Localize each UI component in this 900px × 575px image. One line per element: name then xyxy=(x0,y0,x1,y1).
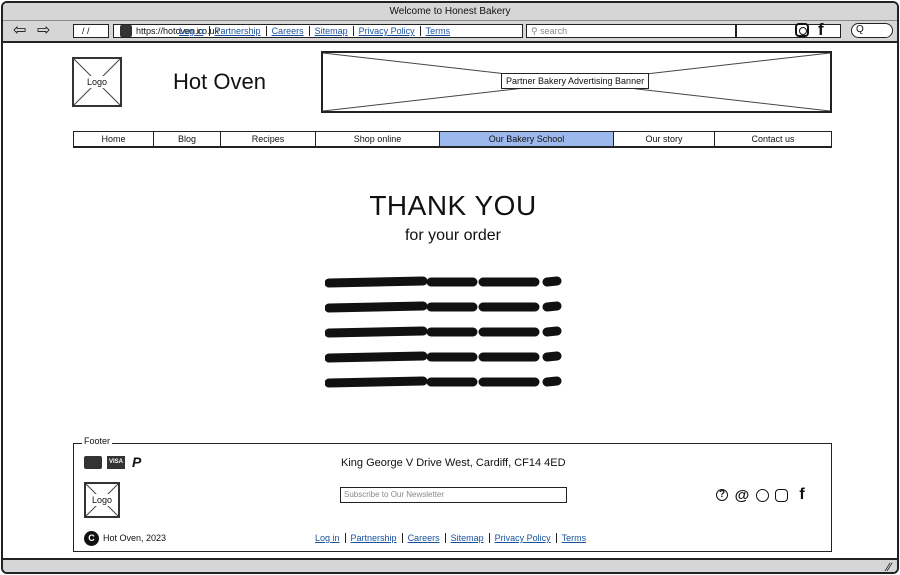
facebook-icon[interactable]: f xyxy=(794,486,810,504)
footer-legend: Footer xyxy=(82,436,113,446)
placeholder-text-line xyxy=(325,351,562,363)
toolbar-link-partnership[interactable]: Partnership xyxy=(209,26,267,36)
search-placeholder: search xyxy=(540,26,568,36)
mastercard-icon xyxy=(84,456,102,469)
logo-label: Logo xyxy=(84,76,110,88)
copyright-text: Hot Oven, 2023 xyxy=(103,532,167,543)
toolbar-link-sitemap[interactable]: Sitemap xyxy=(309,26,354,36)
paypal-icon: P xyxy=(132,454,142,470)
toolbar-link-careers[interactable]: Careers xyxy=(266,26,310,36)
back-arrow-icon[interactable]: ⇦ xyxy=(13,21,26,41)
forward-arrow-icon[interactable]: ⇨ xyxy=(37,21,50,41)
address-bar[interactable]: https://hotoven.co.uk Log in Partnership C… xyxy=(113,24,523,38)
nav-our-story[interactable]: Our story xyxy=(614,132,715,146)
brand-name: Hot Oven xyxy=(173,69,266,94)
nav-shop-online[interactable]: Shop online xyxy=(316,132,440,146)
toolbar-link-terms[interactable]: Terms xyxy=(421,26,456,36)
footer-link-careers[interactable]: Careers xyxy=(402,533,446,543)
placeholder-text-line xyxy=(325,326,562,338)
nav-recipes[interactable]: Recipes xyxy=(221,132,316,146)
toolbar-links: Log in Partnership Careers Sitemap Privacy P… xyxy=(174,25,455,37)
instagram-icon[interactable] xyxy=(795,23,809,37)
thank-you-subtitle: for your order xyxy=(404,227,502,244)
footer-link-partnership[interactable]: Partnership xyxy=(345,533,403,543)
advertising-banner[interactable]: Partner Bakery Advertising Banner xyxy=(321,51,832,113)
window-title: Welcome to Honest Bakery xyxy=(3,3,897,21)
banner-label: Partner Bakery Advertising Banner xyxy=(501,73,650,89)
site-logo[interactable]: Logo xyxy=(72,57,122,107)
toolbar-link-login[interactable]: Log in xyxy=(174,26,210,36)
nav-blog[interactable]: Blog xyxy=(154,132,221,146)
search-pill[interactable]: Q xyxy=(851,23,893,38)
browser-window: Welcome to Honest Bakery ⇦ ⇨ / / https:/… xyxy=(1,1,899,574)
help-icon[interactable]: ? xyxy=(716,489,728,501)
resize-handle-icon[interactable]: ∕∕ xyxy=(887,560,891,572)
nav-home[interactable]: Home xyxy=(74,132,154,146)
path-box[interactable]: / / xyxy=(73,24,109,38)
status-bar: ∕∕ xyxy=(3,558,897,572)
thank-you-heading: THANK YOU xyxy=(369,190,537,221)
facebook-icon[interactable]: f xyxy=(818,21,824,39)
instagram-icon[interactable] xyxy=(775,488,788,502)
copyright: C Hot Oven, 2023 xyxy=(84,531,166,546)
footer-links: Log in Partnership Careers Sitemap Privacy P… xyxy=(310,533,591,543)
social-icons: ? @ f xyxy=(716,486,810,504)
footer-link-login[interactable]: Log in xyxy=(310,533,346,543)
footer-address: King George V Drive West, Cardiff, CF14 … xyxy=(341,457,566,469)
whatsapp-icon[interactable] xyxy=(756,488,769,502)
placeholder-text-line xyxy=(325,376,562,388)
toolbar-extra-field[interactable] xyxy=(736,24,841,38)
footer-link-privacy[interactable]: Privacy Policy xyxy=(489,533,557,543)
footer-logo-label: Logo xyxy=(89,494,115,506)
footer-logo[interactable]: Logo xyxy=(84,482,120,518)
footer-link-terms[interactable]: Terms xyxy=(557,533,592,543)
main-nav: Home Blog Recipes Shop online Our Bakery… xyxy=(73,131,832,148)
footer-link-sitemap[interactable]: Sitemap xyxy=(445,533,490,543)
copyright-icon: C xyxy=(84,531,99,546)
placeholder-text-line xyxy=(325,276,562,288)
nav-contact-us[interactable]: Contact us xyxy=(715,132,831,146)
email-icon[interactable]: @ xyxy=(734,487,750,504)
search-input[interactable]: ⚲ search xyxy=(526,24,736,38)
browser-toolbar: ⇦ ⇨ / / https://hotoven.co.uk Log in Part… xyxy=(3,21,897,43)
visa-icon: VISA xyxy=(107,456,125,469)
newsletter-input[interactable]: Subscribe to Our Newsletter xyxy=(340,487,567,503)
toolbar-link-privacy[interactable]: Privacy Policy xyxy=(353,26,421,36)
nav-bakery-school[interactable]: Our Bakery School xyxy=(440,132,614,146)
placeholder-text-line xyxy=(325,301,562,313)
lock-icon xyxy=(120,25,132,37)
site-footer: Footer VISA P King George V Drive West, … xyxy=(73,436,832,552)
